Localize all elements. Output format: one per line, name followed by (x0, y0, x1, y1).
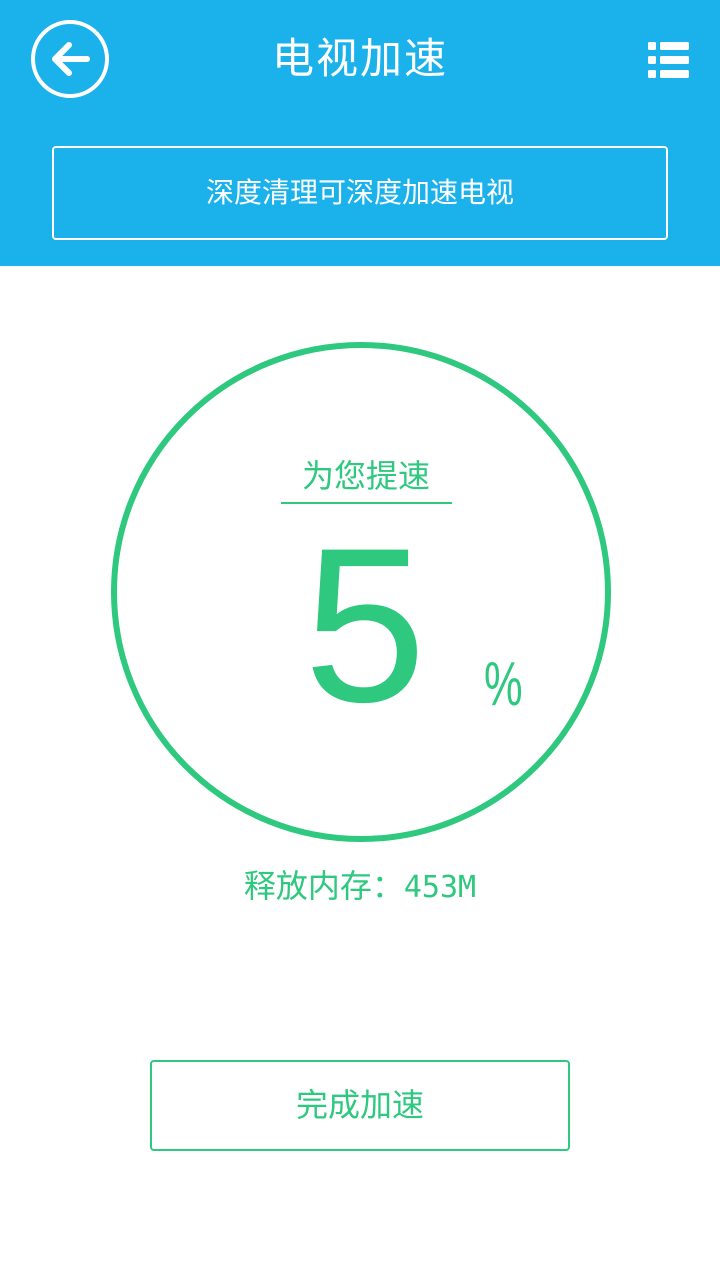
speedup-percent-value: 5 (303, 502, 427, 748)
memory-freed-value: 453M (403, 870, 477, 905)
list-menu-icon (648, 42, 689, 78)
header-bar: 电视加速 深度清理可深度加速电视 (0, 0, 720, 266)
memory-freed-text: 释放内存：453M (0, 862, 720, 912)
percent-unit: % (484, 650, 523, 719)
gauge-label: 为您提速 (301, 457, 430, 495)
complete-speedup-button[interactable]: 完成加速 (150, 1060, 570, 1151)
deep-clean-info-box[interactable]: 深度清理可深度加速电视 (52, 146, 668, 240)
page-title: 电视加速 (271, 34, 448, 83)
memory-freed-label: 释放内存： (243, 867, 404, 905)
menu-button[interactable] (646, 40, 690, 80)
